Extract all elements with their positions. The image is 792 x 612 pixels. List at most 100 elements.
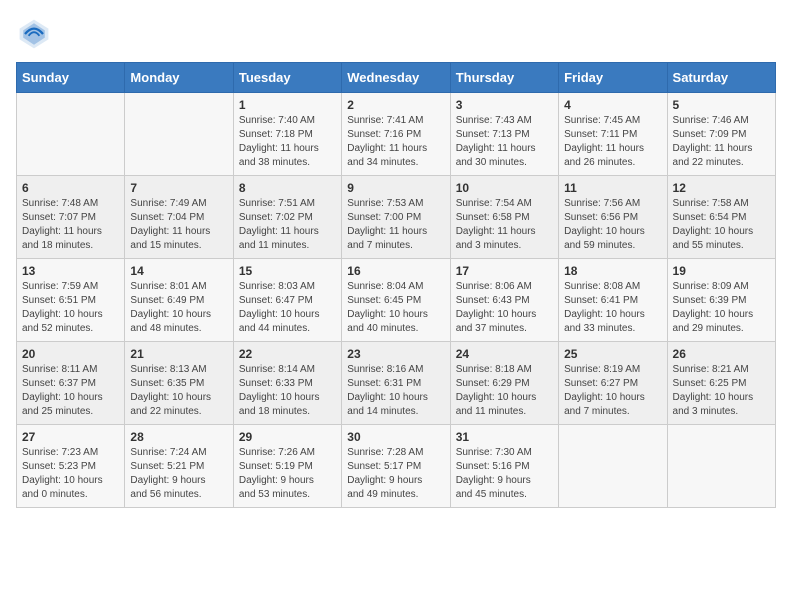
calendar-cell: 21 Sunrise: 8:13 AM Sunset: 6:35 PM Dayli… bbox=[125, 342, 233, 425]
day-number: 4 bbox=[564, 98, 661, 112]
calendar-cell: 11Sunrise: 7:56 AM Sunset: 6:56 PM Dayli… bbox=[559, 176, 667, 259]
day-info: Sunrise: 8:11 AM Sunset: 6:37 PM Dayligh… bbox=[22, 363, 119, 419]
day-number: 6 bbox=[22, 181, 119, 195]
day-number: 16 bbox=[347, 264, 444, 278]
day-info: Sunrise: 7:46 AM Sunset: 7:09 PM Dayligh… bbox=[673, 114, 770, 170]
calendar-cell: 26Sunrise: 8:21 AM Sunset: 6:25 PM Dayli… bbox=[667, 342, 775, 425]
day-number: 3 bbox=[456, 98, 553, 112]
day-info: Sunrise: 7:23 AM Sunset: 5:23 PM Dayligh… bbox=[22, 446, 119, 502]
day-info: Sunrise: 8:13 AM Sunset: 6:35 PM Dayligh… bbox=[130, 363, 227, 419]
day-info: Sunrise: 7:58 AM Sunset: 6:54 PM Dayligh… bbox=[673, 197, 770, 253]
calendar-cell: 4 Sunrise: 7:45 AM Sunset: 7:11 PM Daylig… bbox=[559, 93, 667, 176]
day-info: Sunrise: 8:09 AM Sunset: 6:39 PM Dayligh… bbox=[673, 280, 770, 336]
calendar-cell: 9 Sunrise: 7:53 AM Sunset: 7:00 PM Daylig… bbox=[342, 176, 450, 259]
calendar-cell: 10 Sunrise: 7:54 AM Sunset: 6:58 PM Dayli… bbox=[450, 176, 558, 259]
day-number: 30 bbox=[347, 430, 444, 444]
day-info: Sunrise: 7:53 AM Sunset: 7:00 PM Dayligh… bbox=[347, 197, 444, 253]
logo bbox=[16, 16, 56, 52]
calendar-cell: 13 Sunrise: 7:59 AM Sunset: 6:51 PM Dayli… bbox=[17, 259, 125, 342]
calendar-cell: 27 Sunrise: 7:23 AM Sunset: 5:23 PM Dayli… bbox=[17, 425, 125, 508]
day-number: 8 bbox=[239, 181, 336, 195]
day-info: Sunrise: 8:16 AM Sunset: 6:31 PM Dayligh… bbox=[347, 363, 444, 419]
header bbox=[16, 16, 776, 52]
day-number: 14 bbox=[130, 264, 227, 278]
calendar-cell: 25Sunrise: 8:19 AM Sunset: 6:27 PM Dayli… bbox=[559, 342, 667, 425]
calendar-week-row: 20 Sunrise: 8:11 AM Sunset: 6:37 PM Dayli… bbox=[17, 342, 776, 425]
day-number: 28 bbox=[130, 430, 227, 444]
day-info: Sunrise: 8:04 AM Sunset: 6:45 PM Dayligh… bbox=[347, 280, 444, 336]
day-number: 22 bbox=[239, 347, 336, 361]
day-number: 20 bbox=[22, 347, 119, 361]
day-number: 17 bbox=[456, 264, 553, 278]
day-number: 12 bbox=[673, 181, 770, 195]
day-info: Sunrise: 7:59 AM Sunset: 6:51 PM Dayligh… bbox=[22, 280, 119, 336]
calendar-week-row: 13 Sunrise: 7:59 AM Sunset: 6:51 PM Dayli… bbox=[17, 259, 776, 342]
day-header-wednesday: Wednesday bbox=[342, 63, 450, 93]
day-info: Sunrise: 8:14 AM Sunset: 6:33 PM Dayligh… bbox=[239, 363, 336, 419]
day-info: Sunrise: 7:28 AM Sunset: 5:17 PM Dayligh… bbox=[347, 446, 444, 502]
calendar-cell: 6 Sunrise: 7:48 AM Sunset: 7:07 PM Daylig… bbox=[17, 176, 125, 259]
day-info: Sunrise: 7:41 AM Sunset: 7:16 PM Dayligh… bbox=[347, 114, 444, 170]
day-number: 29 bbox=[239, 430, 336, 444]
day-number: 13 bbox=[22, 264, 119, 278]
day-info: Sunrise: 7:45 AM Sunset: 7:11 PM Dayligh… bbox=[564, 114, 661, 170]
calendar-cell bbox=[17, 93, 125, 176]
calendar-week-row: 6 Sunrise: 7:48 AM Sunset: 7:07 PM Daylig… bbox=[17, 176, 776, 259]
day-info: Sunrise: 7:54 AM Sunset: 6:58 PM Dayligh… bbox=[456, 197, 553, 253]
day-number: 9 bbox=[347, 181, 444, 195]
calendar-cell bbox=[667, 425, 775, 508]
day-number: 31 bbox=[456, 430, 553, 444]
day-info: Sunrise: 8:19 AM Sunset: 6:27 PM Dayligh… bbox=[564, 363, 661, 419]
day-number: 15 bbox=[239, 264, 336, 278]
calendar-cell: 5 Sunrise: 7:46 AM Sunset: 7:09 PM Daylig… bbox=[667, 93, 775, 176]
calendar-cell: 30 Sunrise: 7:28 AM Sunset: 5:17 PM Dayli… bbox=[342, 425, 450, 508]
calendar-cell: 12 Sunrise: 7:58 AM Sunset: 6:54 PM Dayli… bbox=[667, 176, 775, 259]
calendar-cell: 20 Sunrise: 8:11 AM Sunset: 6:37 PM Dayli… bbox=[17, 342, 125, 425]
day-number: 21 bbox=[130, 347, 227, 361]
day-number: 27 bbox=[22, 430, 119, 444]
day-number: 5 bbox=[673, 98, 770, 112]
day-info: Sunrise: 8:08 AM Sunset: 6:41 PM Dayligh… bbox=[564, 280, 661, 336]
calendar-cell: 1Sunrise: 7:40 AM Sunset: 7:18 PM Daylig… bbox=[233, 93, 341, 176]
day-number: 1 bbox=[239, 98, 336, 112]
calendar-cell: 23Sunrise: 8:16 AM Sunset: 6:31 PM Dayli… bbox=[342, 342, 450, 425]
calendar-cell: 18 Sunrise: 8:08 AM Sunset: 6:41 PM Dayli… bbox=[559, 259, 667, 342]
calendar-table: SundayMondayTuesdayWednesdayThursdayFrid… bbox=[16, 62, 776, 508]
calendar-cell: 8 Sunrise: 7:51 AM Sunset: 7:02 PM Daylig… bbox=[233, 176, 341, 259]
day-number: 10 bbox=[456, 181, 553, 195]
calendar-cell bbox=[559, 425, 667, 508]
calendar-cell: 16 Sunrise: 8:04 AM Sunset: 6:45 PM Dayli… bbox=[342, 259, 450, 342]
calendar-week-row: 27 Sunrise: 7:23 AM Sunset: 5:23 PM Dayli… bbox=[17, 425, 776, 508]
day-header-monday: Monday bbox=[125, 63, 233, 93]
calendar-cell: 2 Sunrise: 7:41 AM Sunset: 7:16 PM Daylig… bbox=[342, 93, 450, 176]
calendar-week-row: 1Sunrise: 7:40 AM Sunset: 7:18 PM Daylig… bbox=[17, 93, 776, 176]
calendar-cell: 15 Sunrise: 8:03 AM Sunset: 6:47 PM Dayli… bbox=[233, 259, 341, 342]
day-info: Sunrise: 8:06 AM Sunset: 6:43 PM Dayligh… bbox=[456, 280, 553, 336]
calendar-cell: 29 Sunrise: 7:26 AM Sunset: 5:19 PM Dayli… bbox=[233, 425, 341, 508]
day-number: 7 bbox=[130, 181, 227, 195]
calendar-cell: 7 Sunrise: 7:49 AM Sunset: 7:04 PM Daylig… bbox=[125, 176, 233, 259]
calendar-cell: 3Sunrise: 7:43 AM Sunset: 7:13 PM Daylig… bbox=[450, 93, 558, 176]
calendar-cell: 31 Sunrise: 7:30 AM Sunset: 5:16 PM Dayli… bbox=[450, 425, 558, 508]
calendar-cell: 22 Sunrise: 8:14 AM Sunset: 6:33 PM Dayli… bbox=[233, 342, 341, 425]
calendar-cell: 19 Sunrise: 8:09 AM Sunset: 6:39 PM Dayli… bbox=[667, 259, 775, 342]
day-number: 26 bbox=[673, 347, 770, 361]
calendar-header-row: SundayMondayTuesdayWednesdayThursdayFrid… bbox=[17, 63, 776, 93]
day-info: Sunrise: 8:18 AM Sunset: 6:29 PM Dayligh… bbox=[456, 363, 553, 419]
day-info: Sunrise: 8:03 AM Sunset: 6:47 PM Dayligh… bbox=[239, 280, 336, 336]
day-info: Sunrise: 7:30 AM Sunset: 5:16 PM Dayligh… bbox=[456, 446, 553, 502]
day-info: Sunrise: 7:51 AM Sunset: 7:02 PM Dayligh… bbox=[239, 197, 336, 253]
calendar-body: 1Sunrise: 7:40 AM Sunset: 7:18 PM Daylig… bbox=[17, 93, 776, 508]
day-info: Sunrise: 7:49 AM Sunset: 7:04 PM Dayligh… bbox=[130, 197, 227, 253]
day-number: 18 bbox=[564, 264, 661, 278]
logo-icon bbox=[16, 16, 52, 52]
day-info: Sunrise: 7:48 AM Sunset: 7:07 PM Dayligh… bbox=[22, 197, 119, 253]
day-info: Sunrise: 7:24 AM Sunset: 5:21 PM Dayligh… bbox=[130, 446, 227, 502]
day-header-sunday: Sunday bbox=[17, 63, 125, 93]
day-number: 19 bbox=[673, 264, 770, 278]
day-number: 2 bbox=[347, 98, 444, 112]
day-header-saturday: Saturday bbox=[667, 63, 775, 93]
day-info: Sunrise: 7:26 AM Sunset: 5:19 PM Dayligh… bbox=[239, 446, 336, 502]
day-header-tuesday: Tuesday bbox=[233, 63, 341, 93]
calendar-cell: 24Sunrise: 8:18 AM Sunset: 6:29 PM Dayli… bbox=[450, 342, 558, 425]
